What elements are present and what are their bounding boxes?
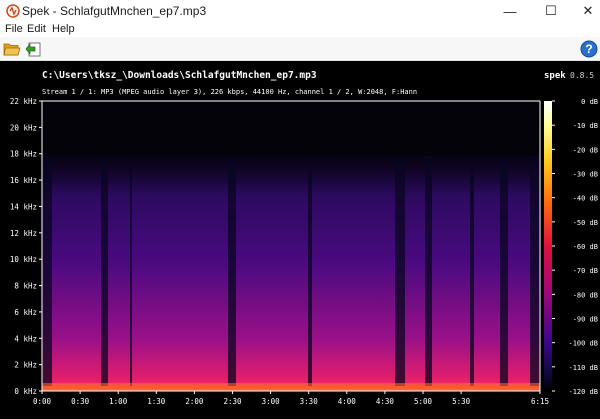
help-icon[interactable]: ? xyxy=(580,40,598,58)
db-tick-label: 0 dB xyxy=(581,98,598,106)
menu-help[interactable]: Help xyxy=(52,23,75,35)
spectrogram-fade xyxy=(42,156,540,196)
freq-tick-label: 6 kHz xyxy=(14,308,37,317)
time-tick-label: 0:30 xyxy=(71,397,90,406)
quiet-band xyxy=(308,156,312,386)
db-tick-label: -100 dB xyxy=(568,340,598,348)
freq-tick-label: 16 kHz xyxy=(10,176,37,185)
freq-tick-label: 18 kHz xyxy=(10,150,37,159)
time-tick-label: 6:15 xyxy=(531,397,549,406)
quiet-band xyxy=(425,156,432,386)
folder-open-icon[interactable] xyxy=(3,40,21,58)
quiet-band xyxy=(228,156,236,386)
freq-tick-label: 12 kHz xyxy=(10,229,37,238)
freq-tick-label: 2 kHz xyxy=(14,361,37,370)
file-path: C:\Users\tksz_\Downloads\SchlafgutMnchen… xyxy=(42,70,317,81)
freq-tick-label: 0 kHz xyxy=(14,387,37,396)
low-freq-strip xyxy=(42,383,540,391)
maximize-icon: ☐ xyxy=(545,3,557,18)
close-button[interactable]: ✕ xyxy=(570,0,600,22)
time-tick-label: 0:00 xyxy=(33,397,52,406)
db-tick-label: -120 dB xyxy=(568,388,598,396)
window-title: Spek - SchlafgutMnchen_ep7.mp3 xyxy=(22,4,207,18)
close-icon: ✕ xyxy=(582,3,594,18)
minimize-icon: — xyxy=(503,3,517,19)
db-colorbar xyxy=(544,101,552,391)
app-name: spek xyxy=(544,71,566,81)
menu-edit[interactable]: Edit xyxy=(27,23,46,35)
db-tick-label: -10 dB xyxy=(573,122,598,130)
db-tick-label: -80 dB xyxy=(573,291,598,299)
time-tick-label: 4:00 xyxy=(338,397,357,406)
quiet-band xyxy=(395,156,405,386)
freq-tick-label: 20 kHz xyxy=(10,123,37,132)
spectrogram-canvas[interactable]: C:\Users\tksz_\Downloads\SchlafgutMnchen… xyxy=(0,61,600,419)
db-tick-label: -70 dB xyxy=(573,267,598,275)
toolbar: ? xyxy=(0,37,600,61)
time-tick-label: 1:00 xyxy=(109,397,128,406)
minimize-button[interactable]: — xyxy=(492,0,528,22)
time-tick-label: 2:30 xyxy=(223,397,242,406)
db-tick-label: -110 dB xyxy=(568,364,598,372)
time-tick-label: 1:30 xyxy=(147,397,166,406)
quiet-band xyxy=(130,156,132,386)
title-bar: Spek - SchlafgutMnchen_ep7.mp3 — ☐ ✕ xyxy=(0,0,600,22)
time-tick-label: 4:30 xyxy=(376,397,395,406)
db-tick-label: -30 dB xyxy=(573,171,598,179)
menu-file[interactable]: File xyxy=(5,23,23,35)
time-tick-label: 2:00 xyxy=(185,397,204,406)
spek-app-icon xyxy=(6,4,20,18)
save-png-icon[interactable] xyxy=(24,40,42,58)
quiet-band xyxy=(101,156,108,386)
time-tick-label: 5:00 xyxy=(414,397,433,406)
db-tick-label: -60 dB xyxy=(573,243,598,251)
db-tick-label: -90 dB xyxy=(573,316,598,324)
spectrogram-panel[interactable]: C:\Users\tksz_\Downloads\SchlafgutMnchen… xyxy=(0,61,600,419)
menu-bar: File Edit Help xyxy=(0,22,600,37)
db-tick-label: -20 dB xyxy=(573,146,598,154)
db-tick-label: -40 dB xyxy=(573,195,598,203)
freq-ticks: 22 kHz 20 kHz 18 kHz 16 kHz 14 kHz 12 kHz 10 k… xyxy=(10,97,42,396)
time-tick-label: 5:30 xyxy=(452,397,471,406)
freq-tick-label: 22 kHz xyxy=(10,97,37,106)
freq-tick-label: 4 kHz xyxy=(14,334,37,343)
freq-tick-label: 10 kHz xyxy=(10,255,37,264)
quiet-band xyxy=(500,156,508,386)
maximize-button[interactable]: ☐ xyxy=(533,0,569,22)
quiet-band xyxy=(470,156,474,386)
svg-text:?: ? xyxy=(585,42,592,56)
time-ticks: 0:00 0:30 1:00 1:30 2:00 2:30 3:00 3:30 4:00 4:30… xyxy=(33,391,549,406)
time-tick-label: 3:00 xyxy=(262,397,281,406)
freq-tick-label: 8 kHz xyxy=(14,282,37,291)
stream-info: Stream 1 / 1: MP3 (MPEG audio layer 3), … xyxy=(42,88,417,96)
time-tick-label: 3:30 xyxy=(300,397,319,406)
freq-tick-label: 14 kHz xyxy=(10,202,37,211)
quiet-band xyxy=(42,156,52,386)
app-version: 0.8.5 xyxy=(570,71,594,80)
db-tick-label: -50 dB xyxy=(573,219,598,227)
quiet-band xyxy=(530,156,540,386)
db-ticks: 0 dB -10 dB -20 dB -30 dB -40 dB -50 dB -60 dB… xyxy=(552,98,598,396)
